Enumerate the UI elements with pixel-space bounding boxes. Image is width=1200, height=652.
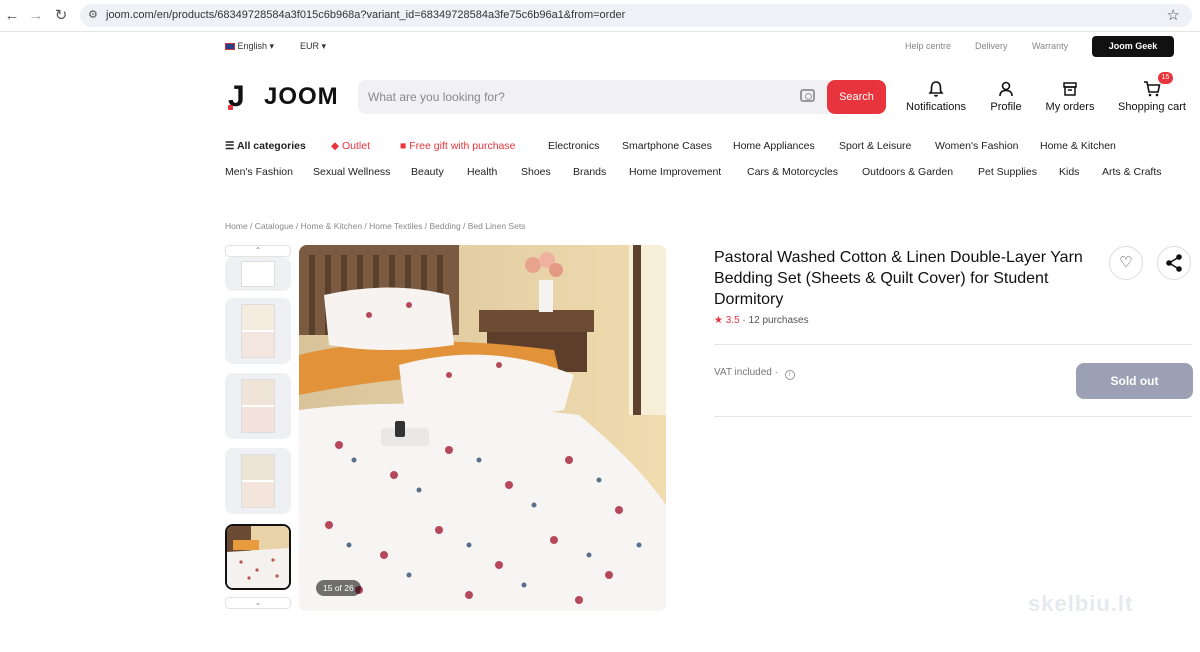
thumbnail-bed-image [227, 526, 289, 588]
delivery-link[interactable]: Delivery [975, 41, 1008, 51]
breadcrumb-home-textiles[interactable]: Home Textiles [369, 221, 422, 231]
rating-value: 3.5 [725, 315, 740, 326]
reload-icon[interactable]: ↻ [51, 6, 71, 26]
category-sport-leisure[interactable]: Sport & Leisure [839, 140, 911, 152]
info-icon[interactable]: i [784, 370, 795, 380]
sold-out-button: Sold out [1076, 363, 1193, 399]
thumbnail[interactable] [225, 373, 291, 439]
site-info-icon[interactable]: ⚙ [88, 8, 98, 21]
image-counter: 15 of 26 [316, 580, 361, 596]
category-shoes[interactable]: Shoes [521, 166, 551, 178]
chevron-up-icon[interactable]: ⌃ [225, 245, 291, 257]
category-mens-fashion[interactable]: Men's Fashion [225, 166, 293, 178]
category-arts-crafts[interactable]: Arts & Crafts [1102, 166, 1162, 178]
star-icon: ★ [714, 315, 723, 326]
warranty-link[interactable]: Warranty [1032, 41, 1068, 51]
search-button[interactable]: Search [827, 80, 886, 114]
search-input[interactable] [368, 80, 788, 114]
breadcrumb: Home / Catalogue / Home & Kitchen / Home… [225, 221, 526, 231]
profile-button[interactable]: Profile [984, 80, 1028, 113]
category-outdoors-garden[interactable]: Outdoors & Garden [862, 166, 953, 178]
gift-icon: ■ [400, 140, 407, 152]
category-womens-fashion[interactable]: Women's Fashion [935, 140, 1019, 152]
breadcrumb-home[interactable]: Home [225, 221, 248, 231]
search-bar: Search [358, 80, 886, 114]
person-icon [999, 81, 1013, 97]
browser-toolbar: ← → ↻ ⚙ joom.com/en/products/68349728584… [0, 0, 1200, 32]
help-centre-link[interactable]: Help centre [905, 41, 951, 51]
divider [714, 416, 1192, 417]
category-electronics[interactable]: Electronics [548, 140, 599, 152]
category-sexual-wellness[interactable]: Sexual Wellness [313, 166, 390, 178]
logo-mark-icon: J [228, 80, 245, 113]
joom-logo[interactable]: J JOOM [228, 80, 339, 114]
category-kids[interactable]: Kids [1059, 166, 1079, 178]
watermark: skelbiu.lt [1028, 591, 1134, 616]
share-icon [1166, 254, 1182, 272]
vat-note: VAT included · i [714, 367, 795, 380]
favorite-button[interactable]: ♡ [1109, 246, 1143, 280]
category-outlet[interactable]: ◆ Outlet [331, 140, 370, 152]
chevron-down-icon[interactable]: ⌄ [225, 597, 291, 609]
thumbnail[interactable] [225, 448, 291, 514]
product-title: Pastoral Washed Cotton & Linen Double-La… [714, 249, 1083, 308]
bookmark-star-icon[interactable]: ☆ [1167, 6, 1180, 24]
category-pet-supplies[interactable]: Pet Supplies [978, 166, 1037, 178]
tag-icon: ◆ [331, 140, 340, 152]
breadcrumb-bedding[interactable]: Bedding [429, 221, 460, 231]
category-cars-motorcycles[interactable]: Cars & Motorcycles [747, 166, 838, 178]
cart-icon [1144, 81, 1161, 97]
url-text[interactable]: joom.com/en/products/68349728584a3f015c6… [106, 9, 625, 21]
rating-summary[interactable]: ★ 3.5 · 12 purchases [714, 315, 809, 326]
box-icon [1063, 82, 1077, 96]
cart-count-badge: 15 [1158, 72, 1173, 84]
top-strip: English ▾ EUR ▾ Help centre Delivery War… [0, 36, 1200, 58]
camera-icon[interactable] [800, 89, 815, 102]
breadcrumb-catalogue[interactable]: Catalogue [255, 221, 294, 231]
purchases-count: 12 purchases [748, 315, 809, 326]
shopping-cart-button[interactable]: 15 Shopping cart [1116, 72, 1188, 113]
category-brands[interactable]: Brands [573, 166, 606, 178]
product-main-image[interactable] [299, 245, 666, 611]
share-button[interactable] [1157, 246, 1191, 280]
notifications-button[interactable]: Notifications [903, 80, 969, 113]
thumbnail[interactable] [225, 257, 291, 291]
forward-icon[interactable]: → [26, 6, 46, 26]
breadcrumb-bed-linen-sets[interactable]: Bed Linen Sets [468, 221, 526, 231]
my-orders-button[interactable]: My orders [1043, 80, 1097, 113]
divider [714, 344, 1192, 345]
category-home-appliances[interactable]: Home Appliances [733, 140, 815, 152]
category-free-gift[interactable]: ■ Free gift with purchase [400, 140, 515, 152]
category-beauty[interactable]: Beauty [411, 166, 444, 178]
currency-selector[interactable]: EUR ▾ [300, 41, 326, 52]
bell-icon [928, 81, 944, 97]
breadcrumb-home-kitchen[interactable]: Home & Kitchen [301, 221, 362, 231]
all-categories-button[interactable]: ☰ All categories [225, 140, 306, 152]
bedding-photo [299, 245, 666, 611]
address-bar[interactable]: ⚙ joom.com/en/products/68349728584a3f015… [80, 4, 1192, 27]
back-icon[interactable]: ← [2, 6, 22, 26]
category-health[interactable]: Health [467, 166, 497, 178]
heart-icon: ♡ [1119, 254, 1133, 271]
thumbnail[interactable] [225, 298, 291, 364]
menu-icon: ☰ [225, 140, 235, 152]
thumbnail-active[interactable] [225, 524, 291, 590]
category-smartphone-cases[interactable]: Smartphone Cases [622, 140, 712, 152]
language-selector[interactable]: English ▾ [225, 41, 274, 52]
joom-geek-button[interactable]: Joom Geek [1092, 36, 1174, 57]
category-home-kitchen[interactable]: Home & Kitchen [1040, 140, 1116, 152]
category-home-improvement[interactable]: Home Improvement [629, 166, 721, 178]
uk-flag-icon [225, 43, 235, 50]
